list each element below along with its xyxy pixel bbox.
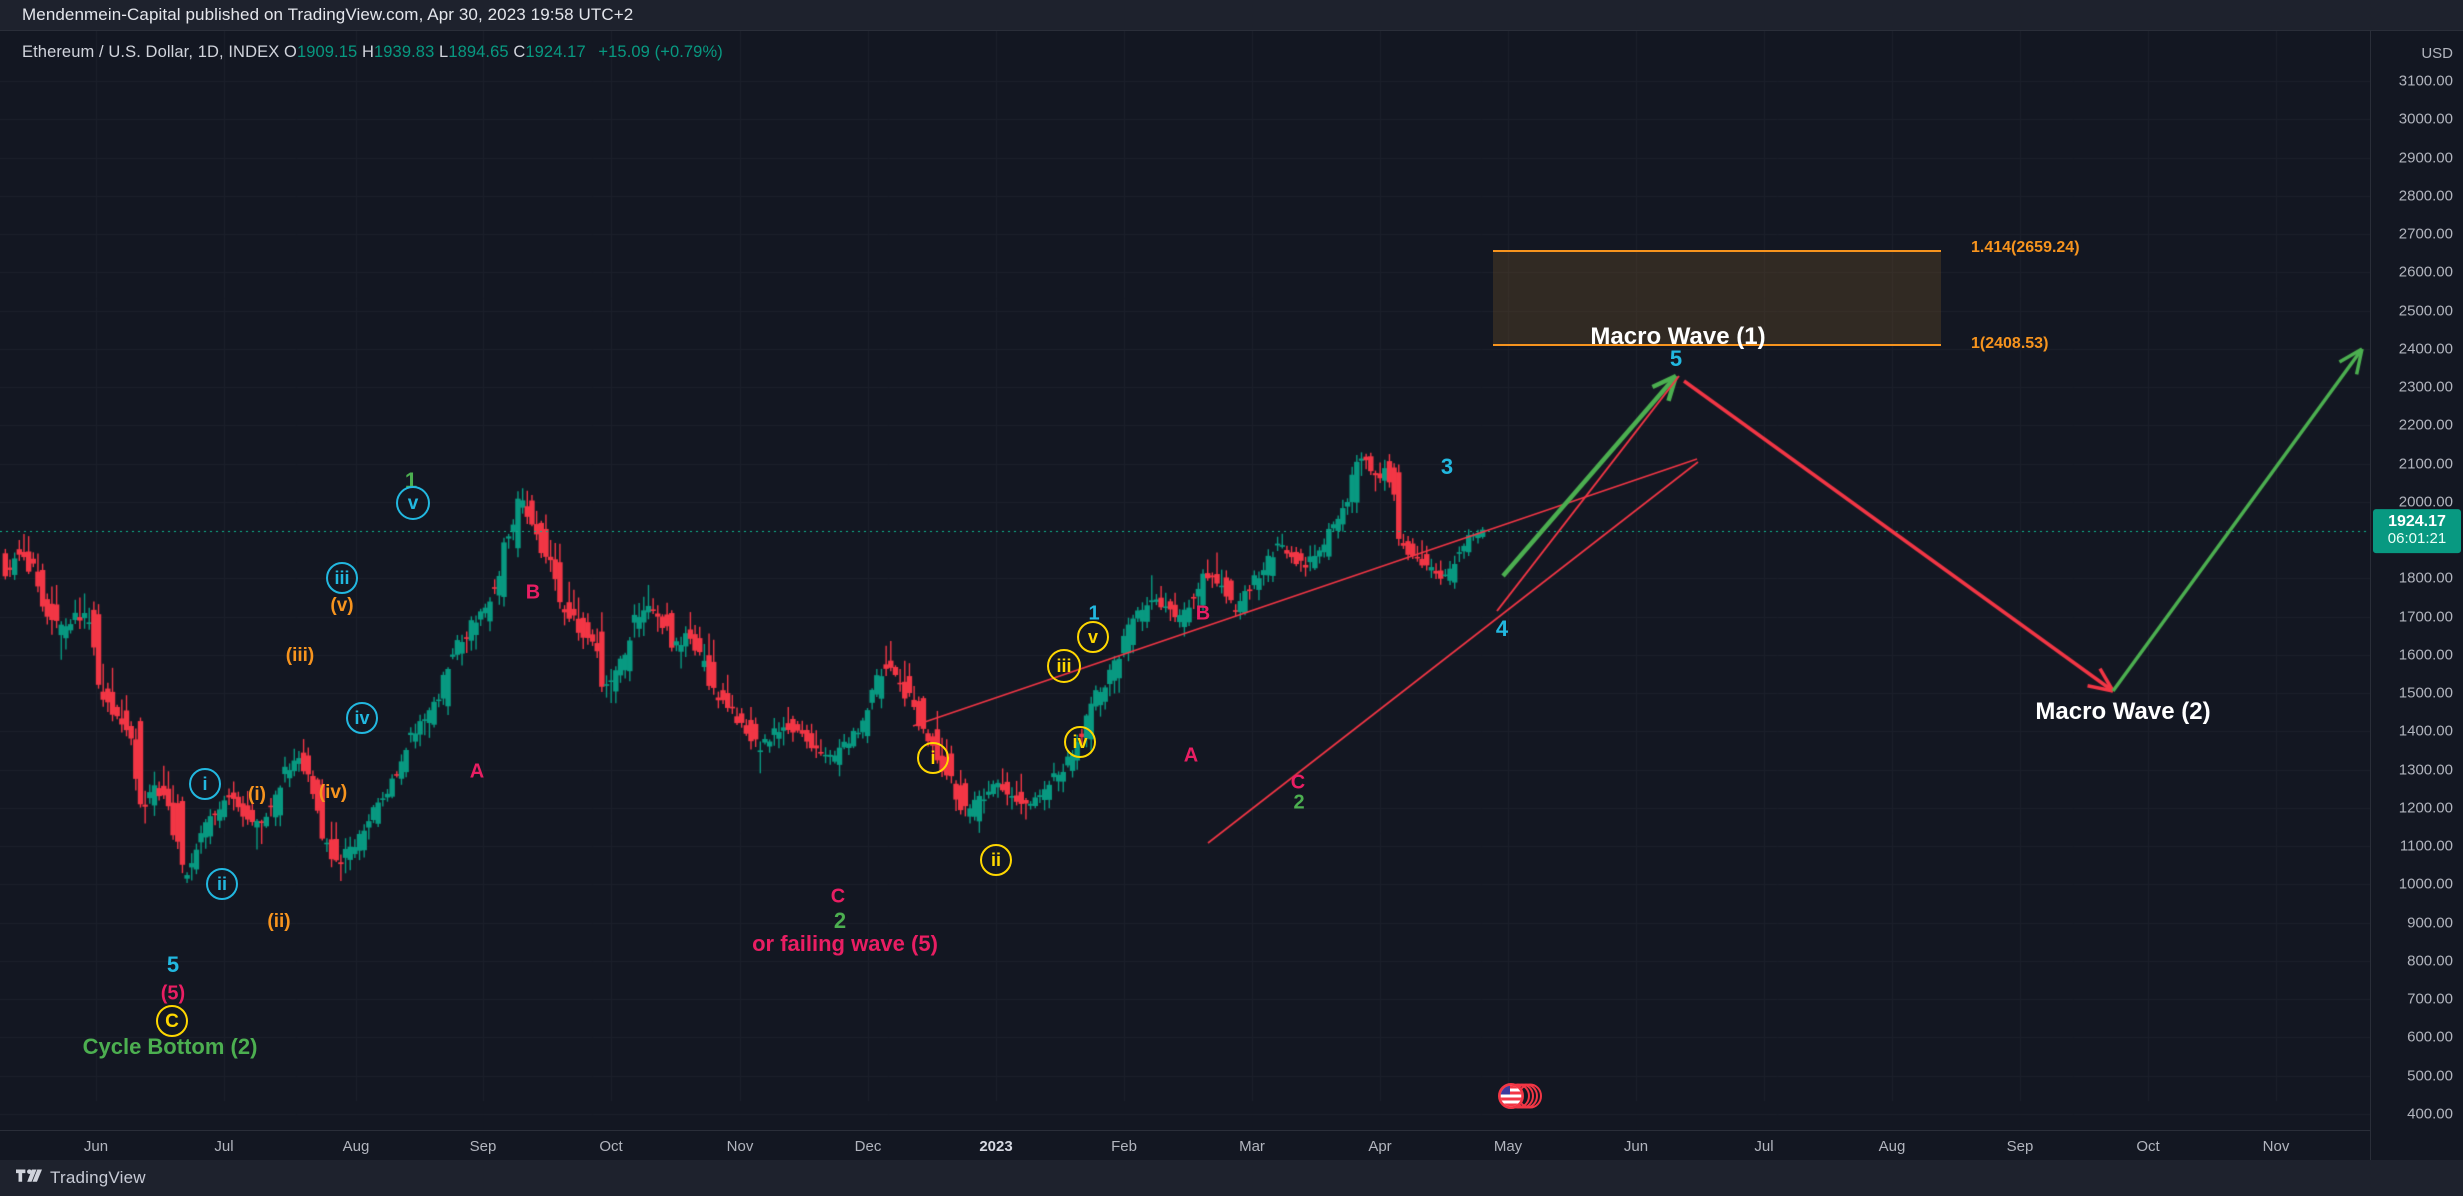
fibonacci-target-box[interactable]: [1493, 249, 1941, 346]
price-tick: 1000.00: [2398, 875, 2453, 893]
price-tick: 2100.00: [2398, 455, 2453, 473]
legend-symbol[interactable]: Ethereum / U.S. Dollar, 1D, INDEX: [22, 43, 279, 61]
price-tick: 3000.00: [2398, 110, 2453, 128]
circle-label-v-yellow: v: [1077, 621, 1109, 653]
time-tick-nov: Nov: [726, 1138, 754, 1155]
price-tick: 2400.00: [2398, 340, 2453, 358]
price-tick: 2300.00: [2398, 378, 2453, 396]
price-tick: 1400.00: [2398, 722, 2453, 740]
price-tick: 1300.00: [2398, 761, 2453, 779]
bar-countdown: 06:01:21: [2387, 529, 2447, 547]
tradingview-brand-text: TradingView: [50, 1168, 146, 1187]
us-flag-events-icon[interactable]: [1497, 1083, 1543, 1114]
price-tick: 1700.00: [2398, 608, 2453, 626]
circle-label-ii-cyan: ii: [206, 868, 238, 900]
circle-label-v-cyan: v: [396, 486, 430, 520]
time-tick-mar: Mar: [1239, 1138, 1265, 1155]
circle-label-c-yellow: C: [156, 1005, 188, 1037]
time-tick-aug: Aug: [342, 1138, 370, 1155]
circle-label-iii-cyan: iii: [326, 562, 358, 594]
footer-bar: TradingView: [0, 1160, 2463, 1196]
price-tick: 1500.00: [2398, 684, 2453, 702]
chart-plot-area[interactable]: 1.414(2659.24) 1(2408.53) Macro Wave (1) Ma…: [0, 31, 2370, 1131]
time-tick-jun: Jun: [1623, 1138, 1649, 1155]
time-tick-jun: Jun: [83, 1138, 109, 1155]
legend-open-label: O: [284, 43, 297, 61]
legend-change: +15.09 (+0.79%): [598, 43, 723, 61]
price-tick: 2000.00: [2398, 493, 2453, 511]
time-tick-sep: Sep: [2006, 1138, 2034, 1155]
time-tick-2023: 2023: [979, 1138, 1013, 1155]
price-axis-unit: USD: [2421, 45, 2453, 62]
time-tick-oct: Oct: [2136, 1138, 2160, 1155]
circle-label-i-cyan: i: [189, 768, 221, 800]
price-tick: 2600.00: [2398, 263, 2453, 281]
legend-low-value: 1894.65: [448, 43, 509, 61]
price-tick: 1800.00: [2398, 569, 2453, 587]
price-tick: 2900.00: [2398, 149, 2453, 167]
legend-low-label: L: [439, 43, 449, 61]
legend-high-value: 1939.83: [374, 43, 435, 61]
circle-label-i-yellow: i: [917, 742, 949, 774]
legend-open-value: 1909.15: [296, 43, 358, 61]
price-tick: 2500.00: [2398, 302, 2453, 320]
legend-high-label: H: [361, 43, 374, 61]
publisher-text: Mendenmein-Capital published on TradingV…: [22, 5, 634, 24]
price-tick: 1600.00: [2398, 646, 2453, 664]
time-tick-jul: Jul: [214, 1138, 234, 1155]
price-tick: 700.00: [2407, 990, 2453, 1008]
fib-level-1-label: 1(2408.53): [1971, 334, 2049, 352]
time-tick-jul: Jul: [1754, 1138, 1774, 1155]
current-price-value: 1924.17: [2388, 513, 2446, 531]
time-tick-apr: Apr: [1368, 1138, 1392, 1155]
tradingview-logo-icon: [16, 1167, 42, 1190]
price-tick: 2200.00: [2398, 416, 2453, 434]
chart-frame[interactable]: 1.414(2659.24) 1(2408.53) Macro Wave (1) Ma…: [0, 30, 2463, 1161]
publisher-bar: Mendenmein-Capital published on TradingV…: [0, 0, 2463, 30]
time-axis[interactable]: Jun Jul Aug Sep Oct Nov Dec 2023 Feb Mar Apr May Jun…: [0, 1130, 2370, 1160]
price-tick: 3100.00: [2398, 72, 2453, 90]
price-tick: 400.00: [2407, 1105, 2453, 1123]
price-tick: 600.00: [2407, 1028, 2453, 1046]
price-tick: 800.00: [2407, 952, 2453, 970]
price-tick: 1200.00: [2398, 799, 2453, 817]
price-axis[interactable]: USD 3100.00 3000.00 2900.00 2800.00 2700.00 2…: [2370, 31, 2463, 1161]
price-tick: 2700.00: [2398, 225, 2453, 243]
time-tick-aug: Aug: [1878, 1138, 1906, 1155]
fib-level-1414-label: 1.414(2659.24): [1971, 238, 2080, 256]
circle-label-iv-yellow: iv: [1064, 726, 1096, 758]
price-tick: 500.00: [2407, 1067, 2453, 1085]
time-tick-sep: Sep: [469, 1138, 497, 1155]
legend-close-label: C: [513, 43, 526, 61]
legend-close-value: 1924.17: [525, 43, 586, 61]
time-tick-nov: Nov: [2262, 1138, 2290, 1155]
time-tick-may: May: [1493, 1138, 1523, 1155]
price-tick: 900.00: [2407, 914, 2453, 932]
current-price-badge[interactable]: 1924.17 06:01:21: [2373, 509, 2461, 553]
price-tick: 1100.00: [2399, 837, 2453, 855]
circle-label-iv-cyan: iv: [346, 702, 378, 734]
time-tick-feb: Feb: [1111, 1138, 1137, 1155]
chart-legend[interactable]: Ethereum / U.S. Dollar, 1D, INDEX O1909.…: [22, 43, 723, 62]
circle-label-iii-yellow: iii: [1047, 649, 1081, 683]
time-tick-dec: Dec: [854, 1138, 882, 1155]
time-tick-oct: Oct: [599, 1138, 623, 1155]
circle-label-ii-yellow: ii: [980, 844, 1012, 876]
price-tick: 2800.00: [2398, 187, 2453, 205]
